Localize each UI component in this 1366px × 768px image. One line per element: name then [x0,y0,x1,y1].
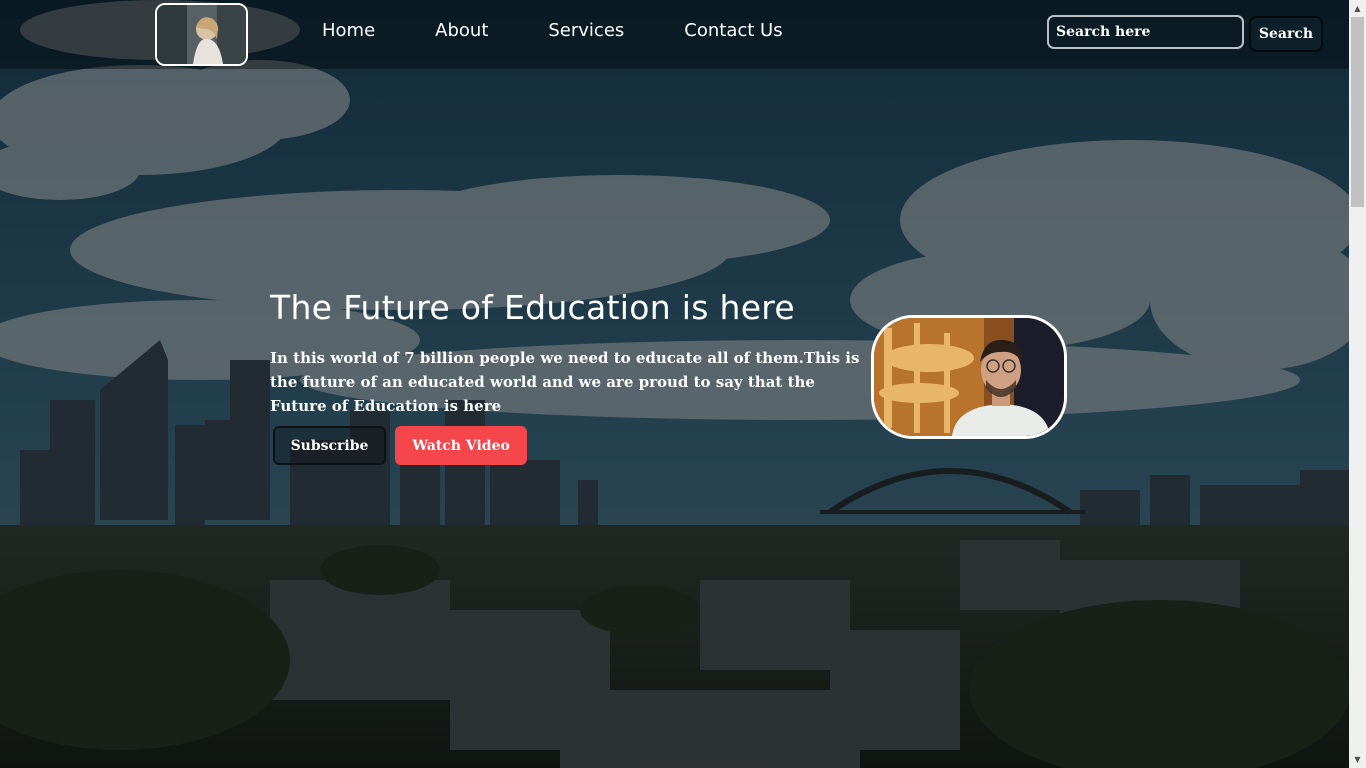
hero-description: In this world of 7 billion people we nee… [270,349,860,415]
scrollbar-thumb[interactable] [1351,17,1364,207]
hero-title: The Future of Education is here [270,288,796,327]
scroll-down-arrow-icon[interactable]: ▼ [1349,751,1366,768]
search-input[interactable] [1047,15,1244,49]
nav-link-services[interactable]: Services [548,20,624,41]
nav-link-contact-us[interactable]: Contact Us [684,20,782,41]
search-button[interactable]: Search [1249,16,1323,52]
scroll-up-arrow-icon[interactable]: ▲ [1349,0,1366,17]
logo-image[interactable] [155,3,248,66]
watch-video-button[interactable]: Watch Video [395,426,527,465]
nav-link-about[interactable]: About [435,20,488,41]
navbar: Home About Services Contact Us Search [0,0,1349,69]
nav-link-home[interactable]: Home [322,20,375,41]
subscribe-button[interactable]: Subscribe [273,426,386,465]
profile-image [871,315,1067,439]
nav-links: Home About Services Contact Us [292,20,813,41]
